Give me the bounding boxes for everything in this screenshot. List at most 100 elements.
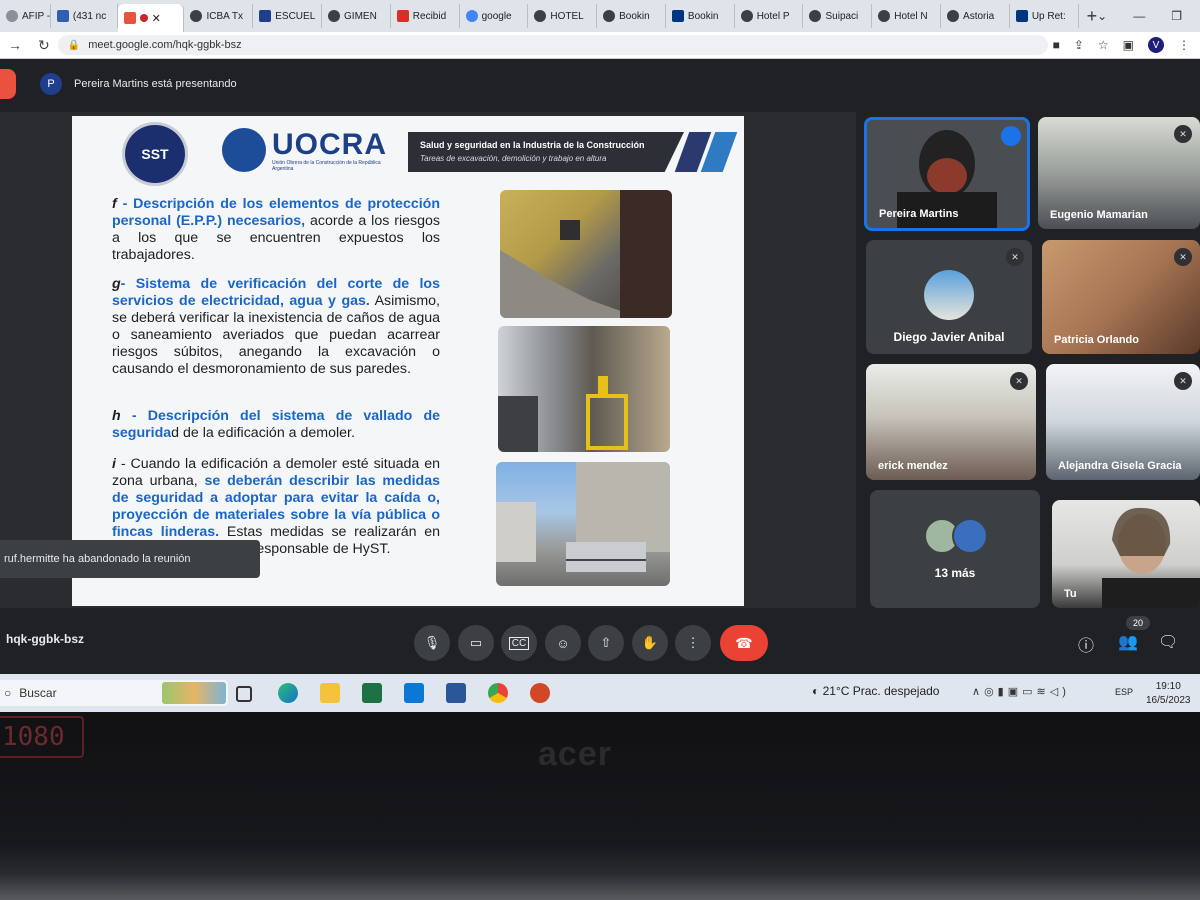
chat-icon[interactable]: 🗨: [1158, 632, 1178, 652]
participants-count-badge: 20: [1126, 616, 1150, 630]
system-tray-icons[interactable]: ∧◎▮▣▭≋◁): [972, 685, 1070, 698]
word-icon[interactable]: [446, 683, 466, 703]
browser-tab[interactable]: Hotel P: [735, 4, 804, 28]
mic-off-icon: ✕: [1174, 248, 1192, 266]
globe-icon: [328, 10, 341, 22]
presentation-header: P Pereira Martins está presentando: [0, 62, 1200, 106]
browser-tab[interactable]: AFIP - /: [0, 4, 51, 28]
browser-tab[interactable]: (431 nc: [51, 4, 118, 28]
leave-call-button[interactable]: ☎: [720, 625, 768, 661]
self-view-tile[interactable]: Tu: [1052, 500, 1200, 608]
stop-presenting-icon[interactable]: [0, 69, 16, 99]
excel-icon[interactable]: [362, 683, 382, 703]
weather-widget[interactable]: ◐ 21°C Prac. despejado: [812, 684, 939, 698]
emoji-icon: ☺: [556, 635, 570, 651]
chevron-up-icon[interactable]: ∧: [972, 686, 984, 698]
microphone-icon: 🎙: [423, 635, 441, 650]
lock-icon[interactable]: 🔒: [68, 40, 80, 51]
participant-tile[interactable]: ✕ Diego Javier Anibal: [866, 240, 1032, 354]
profile-avatar[interactable]: V: [1148, 37, 1164, 53]
browser-tab[interactable]: Bookin: [666, 4, 735, 28]
participant-avatar: [924, 270, 974, 320]
camera-tray-icon[interactable]: ▣: [1008, 686, 1022, 698]
globe-icon: [947, 10, 960, 22]
powerpoint-icon[interactable]: [530, 683, 550, 703]
people-icon[interactable]: 👥: [1118, 632, 1138, 652]
chrome-icon[interactable]: [488, 683, 508, 703]
forward-icon[interactable]: →: [8, 37, 22, 53]
browser-tab[interactable]: Hotel N: [872, 4, 942, 28]
bookmark-star-icon[interactable]: ☆: [1098, 38, 1109, 52]
edge-icon[interactable]: [278, 683, 298, 703]
reactions-button[interactable]: ☺: [545, 625, 581, 661]
new-tab-icon[interactable]: +: [1087, 6, 1098, 27]
wifi-icon[interactable]: ≋: [1037, 686, 1050, 698]
browser-tab[interactable]: ESCUEL: [253, 4, 323, 28]
browser-tab[interactable]: HOTEL: [528, 4, 598, 28]
browser-tab[interactable]: Bookin: [597, 4, 666, 28]
mic-off-icon: ✕: [1010, 372, 1028, 390]
restore-icon[interactable]: ❐: [1171, 9, 1182, 23]
task-view-icon[interactable]: [236, 686, 252, 702]
participant-tile[interactable]: ✕ Alejandra Gisela Gracia: [1046, 364, 1200, 480]
present-screen-icon: ⇧: [600, 635, 612, 650]
recording-dot-icon: [139, 14, 148, 22]
info-icon[interactable]: ⓘ: [1078, 632, 1094, 656]
clock[interactable]: 19:10 16/5/2023: [1146, 680, 1191, 708]
participant-tile[interactable]: ✕ erick mendez: [866, 364, 1036, 480]
url-field[interactable]: 🔒 meet.google.com/hqk-ggbk-bsz: [57, 35, 1048, 55]
participant-tile-active-speaker[interactable]: Pereira Martins: [864, 117, 1030, 231]
address-bar: → ↻ 🔒 meet.google.com/hqk-ggbk-bsz ■ ⇪ ☆…: [0, 32, 1200, 59]
camera-button[interactable]: ▭: [458, 625, 494, 661]
booking-icon: [1015, 10, 1028, 22]
clock-time: 19:10: [1155, 681, 1181, 692]
more-options-button[interactable]: ⋮: [675, 625, 711, 661]
slide-item-f: f - Descripción de los elementos de prot…: [112, 196, 440, 263]
menu-kebab-icon[interactable]: ⋮: [1178, 38, 1190, 52]
more-participants-tile[interactable]: 13 más: [870, 490, 1040, 608]
tab-search-icon[interactable]: ⌄: [1097, 9, 1107, 23]
more-participants-label: 13 más: [934, 566, 976, 580]
minimize-icon[interactable]: —: [1133, 9, 1145, 23]
acer-logo: acer: [538, 735, 612, 773]
browser-tab[interactable]: Astoria: [941, 4, 1010, 28]
slide-item-h: h - Descripción del sistema de vallado d…: [112, 408, 440, 441]
street-barrier-photo: [496, 462, 670, 586]
sst-logo: SST: [122, 122, 188, 186]
browser-tab[interactable]: ICBA Tx: [184, 4, 254, 28]
captions-icon: CC: [508, 636, 530, 650]
mic-tray-icon[interactable]: ▮: [998, 686, 1008, 698]
hand-icon: ✋: [641, 635, 659, 650]
globe-icon: [809, 10, 822, 22]
file-explorer-icon[interactable]: [320, 683, 340, 703]
browser-tab[interactable]: GIMEN: [322, 4, 391, 28]
browser-tab-active[interactable]: ✕: [117, 4, 185, 32]
participant-tile[interactable]: ✕ Eugenio Mamarian: [1038, 117, 1200, 229]
globe-icon: [190, 10, 203, 22]
search-placeholder: Buscar: [19, 686, 57, 700]
presenting-label: Pereira Martins está presentando: [74, 78, 237, 90]
banner-subtitle: Tareas de excavación, demolición y traba…: [420, 154, 607, 163]
volume-icon[interactable]: ◁): [1050, 686, 1070, 698]
reload-icon[interactable]: ↻: [38, 37, 50, 54]
captions-button[interactable]: CC: [501, 625, 537, 661]
more-vert-icon: ⋮: [686, 635, 700, 650]
mail-icon[interactable]: [404, 683, 424, 703]
browser-tab[interactable]: Suipaci: [803, 4, 873, 28]
network-icon[interactable]: ◎: [984, 686, 998, 698]
mic-off-icon: ✕: [1174, 125, 1192, 143]
microphone-button[interactable]: 🎙: [414, 625, 450, 661]
browser-tab[interactable]: google: [460, 4, 529, 28]
battery-icon[interactable]: ▭: [1022, 686, 1036, 698]
language-indicator[interactable]: ESP: [1115, 687, 1133, 697]
camera-indicator-icon[interactable]: ■: [1053, 38, 1060, 52]
participant-tile[interactable]: ✕ Patricia Orlando: [1042, 240, 1200, 354]
browser-tab[interactable]: Up Ret:: [1010, 4, 1079, 28]
tab-close-icon[interactable]: ✕: [152, 12, 161, 25]
browser-tab[interactable]: Recibid: [391, 4, 460, 28]
taskbar-search[interactable]: ○ Buscar: [0, 680, 228, 706]
sidepanel-icon[interactable]: ▣: [1123, 38, 1134, 52]
present-button[interactable]: ⇧: [588, 625, 624, 661]
raise-hand-button[interactable]: ✋: [632, 625, 668, 661]
share-icon[interactable]: ⇪: [1074, 38, 1084, 52]
